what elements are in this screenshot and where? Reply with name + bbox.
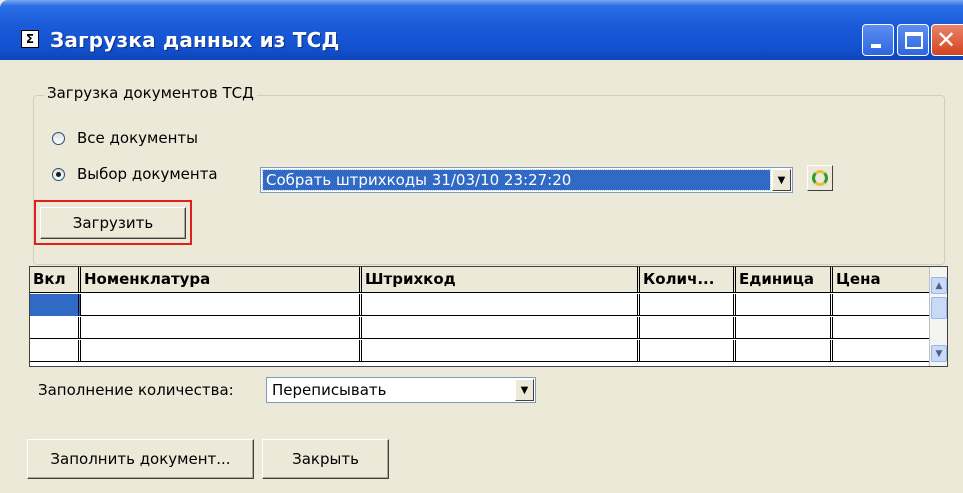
table-row[interactable]: [30, 294, 930, 316]
minimize-icon: [871, 44, 881, 48]
table-cell[interactable]: [640, 294, 736, 316]
column-header-unit[interactable]: Единица: [736, 267, 833, 293]
table-row[interactable]: [30, 340, 930, 362]
table-cell[interactable]: [736, 340, 833, 362]
fill-document-button[interactable]: Заполнить документ...: [27, 439, 254, 479]
chevron-down-icon: ▼: [520, 384, 529, 396]
table-cell[interactable]: [736, 317, 833, 339]
chevron-down-icon: ▼: [777, 174, 786, 186]
documents-grid[interactable]: Вкл Номенклатура Штрихкод Колич... Едини…: [29, 266, 948, 367]
table-cell[interactable]: [640, 317, 736, 339]
document-select-combo[interactable]: Собрать штрихкоды 31/03/10 23:27:20 ▼: [260, 167, 793, 193]
radio-select-document-circle[interactable]: [52, 167, 65, 181]
table-cell[interactable]: [81, 294, 362, 316]
minimize-button[interactable]: [862, 24, 894, 56]
close-window-button[interactable]: ✕: [931, 24, 963, 56]
table-cell[interactable]: [30, 340, 81, 362]
load-documents-group-label: Загрузка документов ТСД: [44, 84, 257, 102]
radio-all-documents-circle[interactable]: [52, 131, 65, 145]
table-row[interactable]: [30, 317, 930, 339]
document-select-value: Собрать штрихкоды 31/03/10 23:27:20: [262, 169, 771, 191]
grid-header: Вкл Номенклатура Штрихкод Колич... Едини…: [30, 267, 930, 293]
app-icon: Σ: [21, 30, 39, 48]
table-cell[interactable]: [81, 317, 362, 339]
column-header-quantity[interactable]: Колич...: [640, 267, 736, 293]
grid-vertical-scrollbar[interactable]: ▲ ▼: [929, 267, 947, 366]
refresh-icon: [812, 170, 828, 186]
fill-quantity-combo[interactable]: Переписывать ▼: [266, 377, 536, 403]
fill-quantity-value: Переписывать: [272, 381, 387, 399]
chevron-up-icon: ▲: [935, 280, 943, 291]
window-title: Загрузка данных из ТСД: [50, 28, 340, 52]
table-cell[interactable]: [30, 317, 81, 339]
tsd-loader-window: Σ Загрузка данных из ТСД ✕ Загрузка доку…: [0, 0, 963, 493]
radio-all-documents[interactable]: Все документы: [52, 129, 198, 147]
radio-select-document-label: Выбор документа: [77, 165, 218, 183]
chevron-down-icon: ▼: [935, 348, 943, 359]
table-cell[interactable]: [362, 340, 640, 362]
document-select-dropdown-button[interactable]: ▼: [772, 169, 791, 191]
scroll-down-button[interactable]: ▼: [931, 345, 947, 362]
fill-quantity-dropdown-button[interactable]: ▼: [515, 379, 534, 401]
column-header-price[interactable]: Цена: [833, 267, 930, 293]
column-header-barcode[interactable]: Штрихкод: [362, 267, 640, 293]
radio-select-document[interactable]: Выбор документа: [52, 165, 218, 183]
table-cell[interactable]: [736, 294, 833, 316]
fill-quantity-label: Заполнение количества:: [38, 381, 234, 399]
radio-all-documents-label: Все документы: [77, 129, 198, 147]
close-icon: ✕: [936, 26, 957, 54]
scroll-up-button[interactable]: ▲: [931, 277, 947, 294]
table-cell[interactable]: [362, 294, 640, 316]
column-header-nomenclature[interactable]: Номенклатура: [81, 267, 362, 293]
column-header-enabled[interactable]: Вкл: [30, 267, 81, 293]
table-cell[interactable]: [362, 317, 640, 339]
table-cell[interactable]: [640, 340, 736, 362]
close-button[interactable]: Закрыть: [262, 439, 389, 479]
load-button-highlight: [34, 200, 192, 245]
scroll-thumb[interactable]: [931, 297, 947, 319]
table-cell-selected[interactable]: [30, 294, 81, 316]
table-cell[interactable]: [81, 340, 362, 362]
maximize-icon: [905, 32, 923, 49]
refresh-button[interactable]: [807, 165, 833, 191]
title-bar[interactable]: Σ Загрузка данных из ТСД ✕: [0, 0, 963, 60]
maximize-button[interactable]: [897, 24, 929, 56]
